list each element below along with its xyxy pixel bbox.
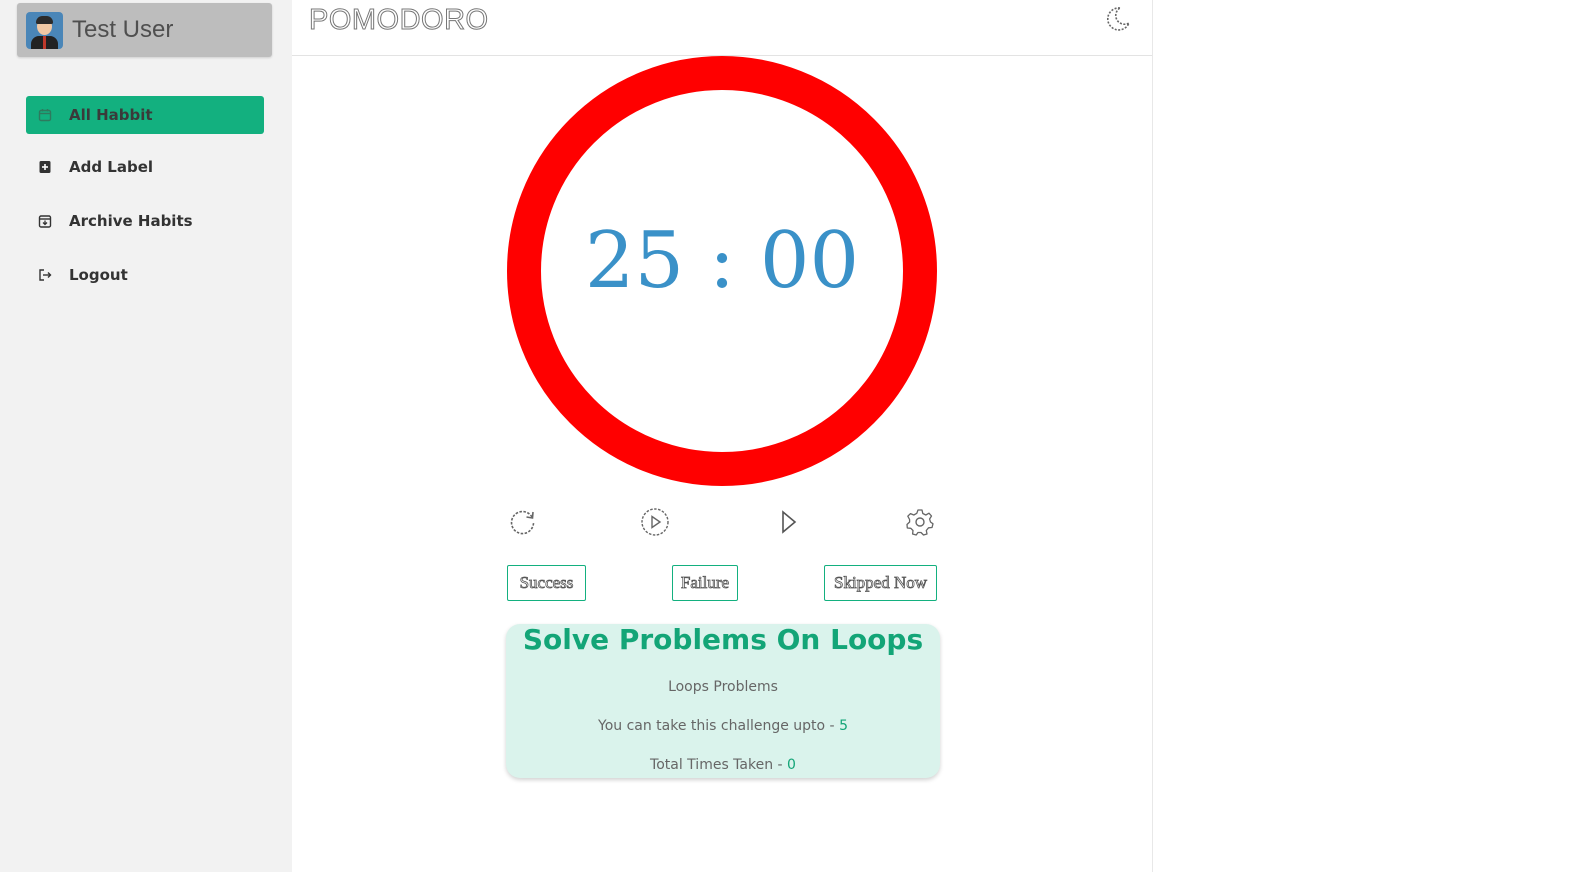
user-name: Test User bbox=[72, 16, 174, 43]
skipped-now-button[interactable]: Skipped Now bbox=[824, 565, 937, 601]
settings-button[interactable] bbox=[904, 508, 936, 540]
content-divider bbox=[1152, 0, 1153, 872]
start-button[interactable] bbox=[639, 508, 671, 540]
timer-controls bbox=[507, 508, 937, 542]
sidebar-nav: All Habbit Add Label Archive Habits Logo… bbox=[26, 96, 264, 310]
settings-icon bbox=[905, 507, 935, 541]
page-title: POMODORO bbox=[309, 4, 489, 37]
sidebar-item-archive-habits[interactable]: Archive Habits bbox=[26, 202, 264, 240]
theme-toggle-button[interactable] bbox=[1104, 5, 1132, 33]
refresh-icon bbox=[508, 507, 538, 541]
timer-display: 25 : 00 bbox=[584, 216, 860, 306]
habit-limit: You can take this challenge upto - 5 bbox=[506, 718, 940, 734]
user-profile-card[interactable]: Test User bbox=[17, 3, 272, 57]
reset-button[interactable] bbox=[507, 508, 539, 540]
label-add-icon bbox=[37, 159, 53, 175]
habit-description: Loops Problems bbox=[668, 679, 778, 695]
play-circle-icon bbox=[640, 507, 670, 541]
sidebar-item-all-habbit[interactable]: All Habbit bbox=[26, 96, 264, 134]
habit-title: Solve Problems On Loops bbox=[522, 623, 924, 656]
habit-taken-label: Total Times Taken - bbox=[650, 757, 783, 773]
sidebar-item-label: Add Label bbox=[69, 158, 154, 176]
top-header: POMODORO bbox=[292, 0, 1152, 56]
sidebar: Test User All Habbit Add Label Archive H… bbox=[0, 0, 292, 872]
sidebar-item-label: All Habbit bbox=[69, 106, 153, 124]
moon-icon bbox=[1104, 7, 1132, 37]
play-icon bbox=[776, 509, 800, 539]
calendar-icon bbox=[37, 107, 53, 123]
sidebar-item-label: Archive Habits bbox=[69, 212, 193, 230]
sidebar-item-label: Logout bbox=[69, 266, 128, 284]
habit-limit-value: 5 bbox=[839, 718, 848, 734]
habit-taken: Total Times Taken - 0 bbox=[506, 757, 940, 773]
logout-icon bbox=[37, 267, 53, 283]
habit-actions: Success Failure Skipped Now bbox=[507, 565, 937, 601]
success-button[interactable]: Success bbox=[507, 565, 586, 601]
archive-icon bbox=[37, 213, 53, 229]
habit-taken-value: 0 bbox=[787, 757, 796, 773]
app-root: Test User All Habbit Add Label Archive H… bbox=[0, 0, 1594, 872]
avatar bbox=[26, 11, 63, 49]
pomodoro-timer-ring: 25 : 00 bbox=[507, 56, 937, 486]
sidebar-item-add-label[interactable]: Add Label bbox=[26, 148, 264, 186]
habit-limit-label: You can take this challenge upto - bbox=[598, 718, 835, 734]
failure-button[interactable]: Failure bbox=[672, 565, 738, 601]
habit-card: Solve Problems On Loops Loops Problems Y… bbox=[506, 624, 940, 778]
sidebar-item-logout[interactable]: Logout bbox=[26, 256, 264, 294]
play-button[interactable] bbox=[772, 508, 804, 540]
